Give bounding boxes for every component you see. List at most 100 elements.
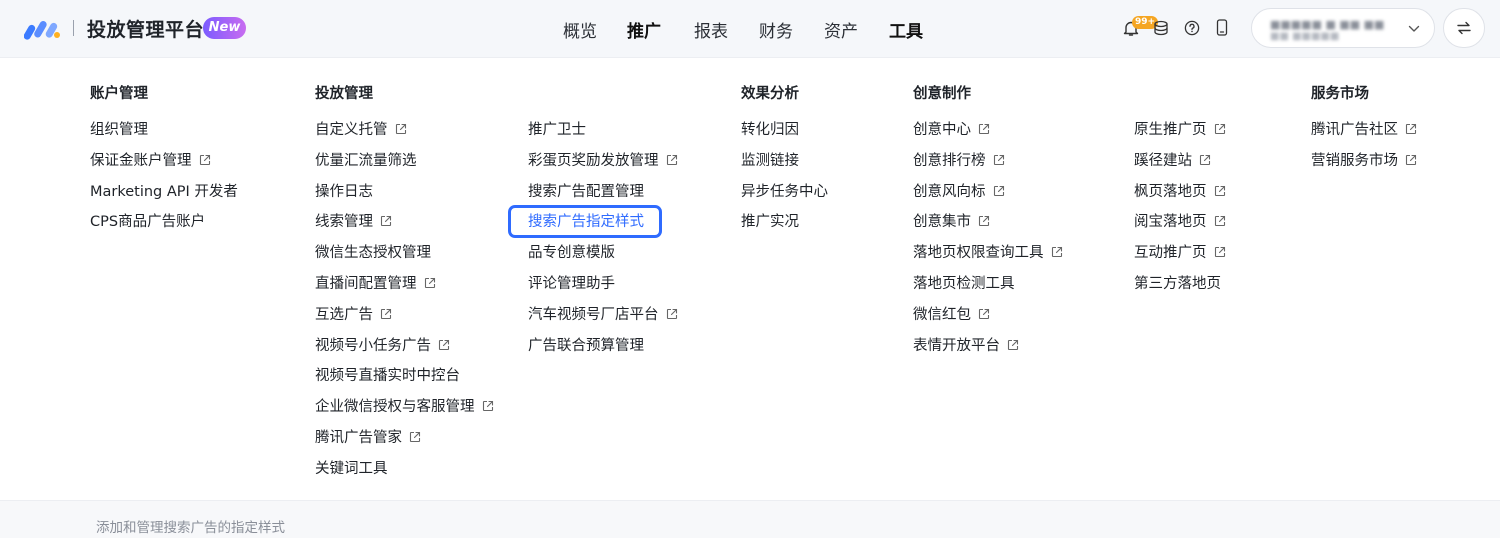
account-name: ■■■■■ ■ ■■ ■■ — [1270, 18, 1385, 31]
menu-item-delivery-more[interactable]: 品专创意模版 — [528, 243, 615, 263]
menu-item-label: CPS商品广告账户 — [90, 214, 206, 231]
menu-item-creative[interactable]: 创意风向标 — [913, 182, 1005, 202]
external-link-icon — [1405, 123, 1417, 135]
external-link-icon — [993, 154, 1004, 165]
menu-item-market[interactable]: 腾讯广告社区 — [1311, 120, 1417, 140]
mobile-icon[interactable] — [1216, 19, 1228, 36]
menu-item-label: 品专创意模版 — [528, 245, 615, 262]
menu-item-creative-more[interactable]: 蹊径建站 — [1134, 151, 1211, 171]
menu-item-delivery-more[interactable]: 汽车视频号厂店平台 — [528, 305, 678, 325]
menu-item-delivery-more[interactable]: 彩蛋页奖励发放管理 — [528, 151, 678, 171]
account-id: ■■ ■■■■■ — [1270, 31, 1340, 42]
nav-promotion[interactable]: 推广 — [627, 17, 661, 42]
menu-item-label: 优量汇流量筛选 — [315, 152, 417, 169]
account-switcher[interactable]: ■■■■■ ■ ■■ ■■ ■■ ■■■■■ — [1251, 8, 1435, 48]
menu-item-delivery[interactable]: 关键词工具 — [315, 459, 388, 479]
menu-item-label: 腾讯广告管家 — [315, 430, 402, 446]
menu-item-label: 汽车视频号厂店平台 — [528, 306, 659, 323]
menu-item-account[interactable]: 组织管理 — [90, 120, 148, 140]
menu-item-label: 腾讯广告社区 — [1311, 122, 1398, 138]
external-link-icon — [409, 431, 421, 443]
menu-item-label: 视频号小任务广告 — [315, 337, 431, 354]
switch-account-button[interactable] — [1443, 8, 1485, 48]
menu-item-creative[interactable]: 表情开放平台 — [913, 336, 1019, 356]
nav-reports[interactable]: 报表 — [694, 17, 728, 42]
external-link-icon — [666, 154, 677, 165]
menu-item-market[interactable]: 营销服务市场 — [1311, 151, 1417, 171]
menu-item-label: 创意排行榜 — [913, 152, 986, 169]
menu-item-delivery-more[interactable]: 评论管理助手 — [528, 274, 615, 294]
menu-item-creative[interactable]: 微信红包 — [913, 305, 990, 325]
menu-section-title-delivery: 投放管理 — [315, 86, 373, 102]
external-link-icon — [1007, 339, 1019, 350]
menu-section-title-creative: 创意制作 — [913, 86, 971, 102]
menu-item-delivery-more[interactable]: 广告联合预算管理 — [528, 336, 644, 356]
help-icon[interactable] — [1184, 20, 1200, 36]
menu-item-label: 评论管理助手 — [528, 276, 615, 292]
menu-item-delivery[interactable]: 操作日志 — [315, 182, 373, 202]
menu-item-delivery[interactable]: 视频号直播实时中控台 — [315, 366, 460, 386]
menu-item-label: 直播间配置管理 — [315, 276, 417, 292]
menu-item-delivery[interactable]: 视频号小任务广告 — [315, 336, 450, 356]
menu-item-label: 互动推广页 — [1134, 245, 1207, 262]
menu-item-analysis[interactable]: 转化归因 — [741, 120, 799, 140]
nav-finance[interactable]: 财务 — [759, 17, 793, 42]
menu-item-creative-more[interactable]: 互动推广页 — [1134, 243, 1226, 263]
menu-item-delivery[interactable]: 企业微信授权与客服管理 — [315, 397, 494, 417]
external-link-icon — [424, 277, 435, 289]
tools-mega-menu: 账户管理组织管理保证金账户管理 Marketing API 开发者 CPS商品广告账… — [0, 58, 1500, 500]
menu-item-label: Marketing API 开发者 — [90, 183, 238, 200]
menu-item-label: 阅宝落地页 — [1134, 214, 1207, 231]
menu-item-creative-more[interactable]: 阅宝落地页 — [1134, 212, 1226, 232]
external-link-icon — [978, 123, 990, 135]
external-link-icon — [1051, 247, 1062, 258]
external-link-icon — [1405, 154, 1417, 165]
menu-item-label: 监测链接 — [741, 152, 799, 169]
top-bar: 投放管理平台 New 概览 推广 报表 财务 资产 工具 99+ ■■■■■ ■… — [0, 0, 1500, 58]
menu-item-label: 推广实况 — [741, 214, 799, 231]
nav-overview[interactable]: 概览 — [563, 17, 597, 42]
menu-item-creative[interactable]: 落地页检测工具 — [913, 274, 1015, 294]
menu-section-title-market: 服务市场 — [1311, 86, 1369, 102]
menu-item-creative-more[interactable]: 第三方落地页 — [1134, 274, 1221, 294]
menu-item-creative[interactable]: 创意排行榜 — [913, 151, 1005, 171]
menu-item-analysis[interactable]: 监测链接 — [741, 151, 799, 171]
external-link-icon — [438, 339, 450, 350]
menu-item-analysis[interactable]: 异步任务中心 — [741, 182, 828, 202]
platform-title[interactable]: 投放管理平台 — [87, 15, 204, 42]
platform-logo-icon[interactable] — [24, 16, 62, 40]
menu-item-creative[interactable]: 创意中心 — [913, 120, 990, 140]
menu-item-account[interactable]: 保证金账户管理 — [90, 151, 211, 171]
external-link-icon — [666, 308, 677, 319]
menu-item-delivery[interactable]: 腾讯广告管家 — [315, 428, 421, 448]
menu-item-delivery-more[interactable]: 搜索广告指定样式 — [528, 212, 644, 232]
nav-assets[interactable]: 资产 — [824, 17, 858, 42]
menu-item-delivery[interactable]: 优量汇流量筛选 — [315, 151, 417, 171]
menu-item-creative-more[interactable]: 原生推广页 — [1134, 120, 1226, 140]
menu-item-analysis[interactable]: 推广实况 — [741, 212, 799, 232]
nav-tools[interactable]: 工具 — [889, 17, 923, 42]
menu-item-label: 微信生态授权管理 — [315, 245, 431, 262]
menu-item-delivery-more[interactable]: 推广卫士 — [528, 120, 586, 140]
menu-item-creative[interactable]: 落地页权限查询工具 — [913, 243, 1063, 263]
menu-item-delivery[interactable]: 线索管理 — [315, 212, 392, 232]
menu-item-label: 视频号直播实时中控台 — [315, 368, 460, 385]
menu-item-creative[interactable]: 创意集市 — [913, 212, 990, 232]
menu-item-delivery-more[interactable]: 搜索广告配置管理 — [528, 182, 644, 202]
menu-item-account[interactable]: CPS商品广告账户 — [90, 212, 205, 232]
external-link-icon — [993, 185, 1004, 196]
menu-item-delivery[interactable]: 自定义托管 — [315, 120, 407, 140]
menu-item-delivery[interactable]: 互选广告 — [315, 305, 392, 325]
menu-item-delivery[interactable]: 微信生态授权管理 — [315, 243, 431, 263]
menu-item-delivery[interactable]: 直播间配置管理 — [315, 274, 436, 294]
coins-icon[interactable] — [1153, 20, 1169, 37]
menu-item-account[interactable]: Marketing API 开发者 — [90, 182, 238, 202]
external-link-icon — [1214, 123, 1225, 135]
menu-item-label: 企业微信授权与客服管理 — [315, 399, 475, 416]
menu-item-label: 原生推广页 — [1134, 122, 1207, 138]
menu-item-label: 关键词工具 — [315, 460, 388, 477]
menu-footer: 添加和管理搜索广告的指定样式 — [0, 500, 1500, 538]
menu-item-creative-more[interactable]: 枫页落地页 — [1134, 182, 1226, 202]
menu-item-label: 线索管理 — [315, 214, 373, 231]
menu-section-title-account: 账户管理 — [90, 86, 148, 102]
